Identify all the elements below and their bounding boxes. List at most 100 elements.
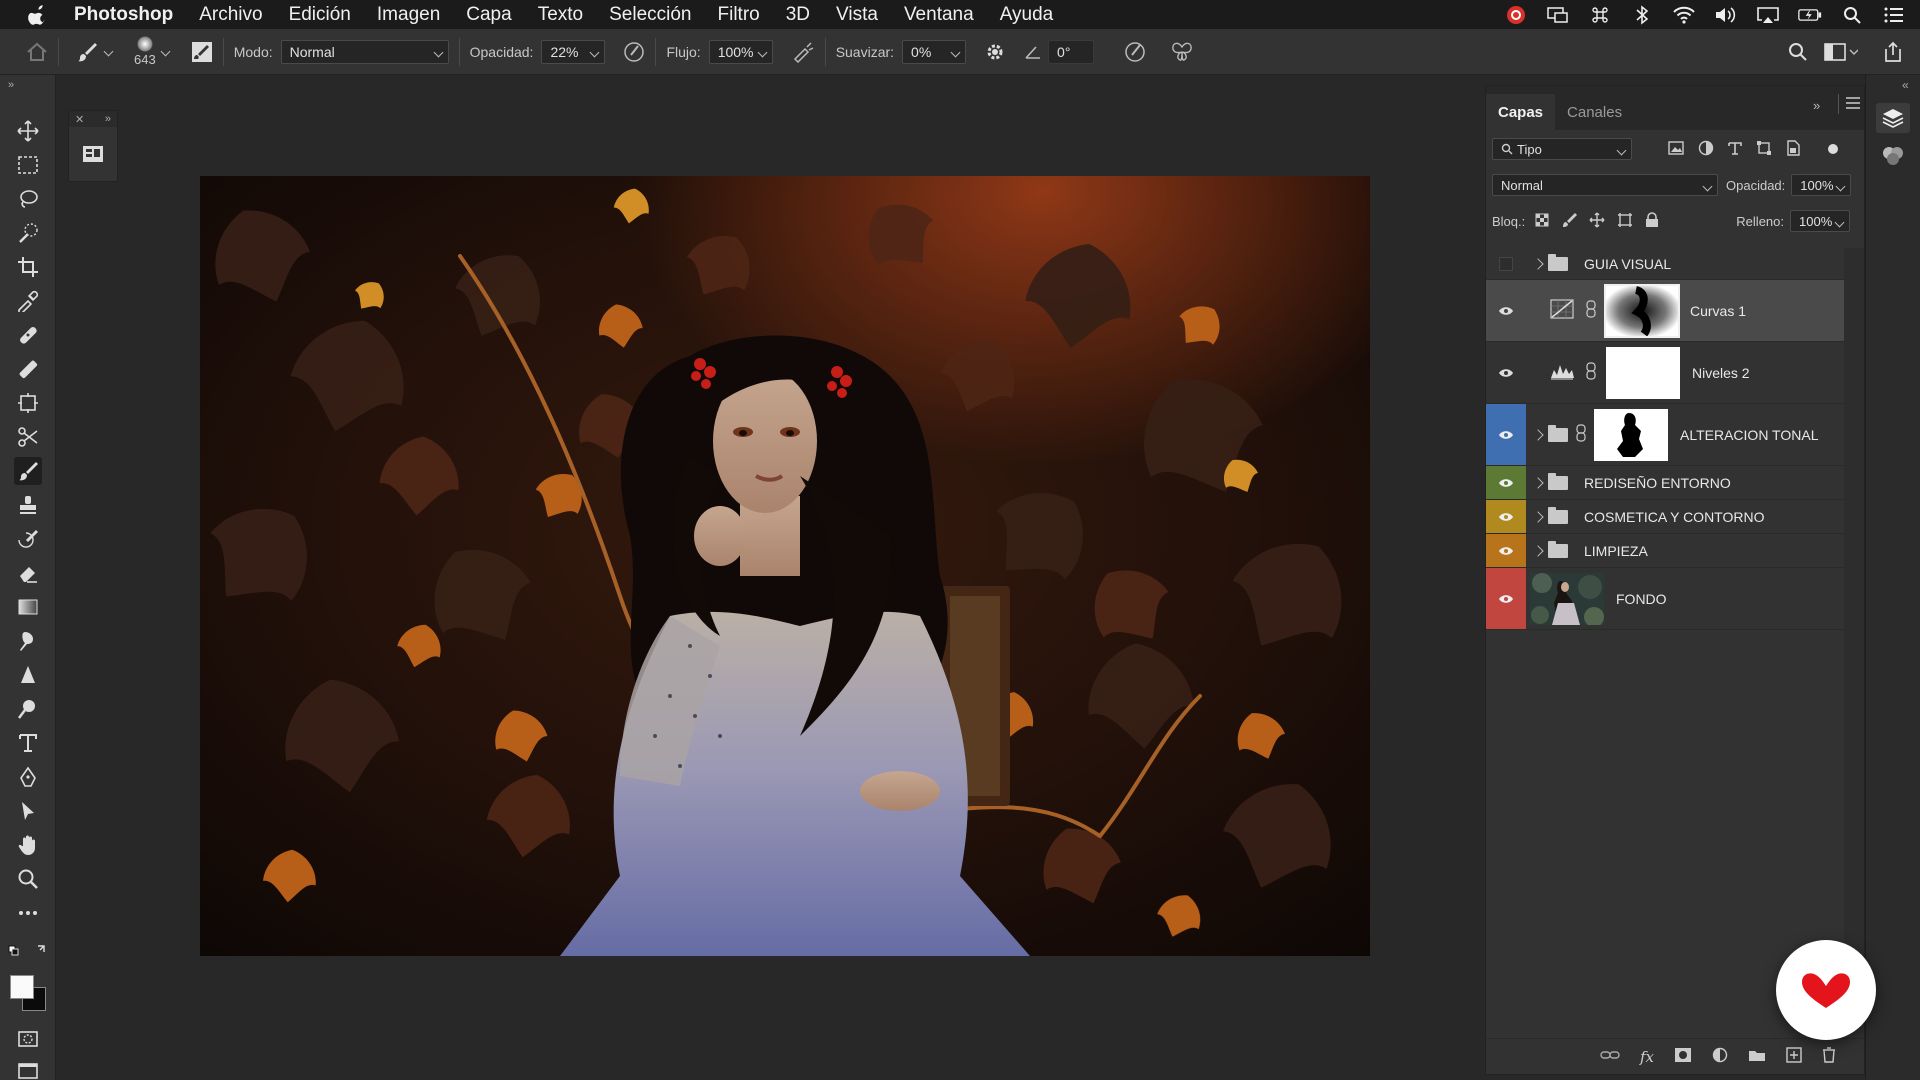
pressure-opacity-icon[interactable] [623,41,645,63]
new-group-folder-icon[interactable] [1748,1048,1766,1066]
layer-row-rediseno-entorno[interactable]: REDISEÑO ENTORNO [1486,466,1844,500]
quick-selection-tool-icon[interactable] [14,219,42,247]
visibility-toggle[interactable] [1486,342,1526,403]
visibility-toggle[interactable] [1486,466,1526,499]
layer-row-guia-visual[interactable]: GUIA VISUAL [1486,248,1844,280]
layer-row-fondo[interactable]: FONDO [1486,568,1844,630]
layer-row-curvas-1[interactable]: Curvas 1 [1486,280,1844,342]
link-icon[interactable] [1586,362,1596,383]
link-layers-icon[interactable] [1600,1048,1620,1065]
spot-healing-tool-icon[interactable] [14,321,42,349]
layers-dock-icon[interactable] [1876,103,1910,133]
crop-tool-icon[interactable] [14,253,42,281]
menu-filtro[interactable]: Filtro [718,4,760,26]
group-mask-thumbnail[interactable] [1594,408,1668,461]
hand-tool-icon[interactable] [14,831,42,859]
layer-row-alteracion-tonal[interactable]: ALTERACION TONAL [1486,404,1844,466]
expand-group-icon[interactable] [1532,428,1544,441]
pen-tool-icon[interactable] [14,763,42,791]
layer-opacity-input[interactable]: 100% [1791,174,1852,196]
control-center-icon[interactable] [1882,6,1906,24]
visibility-toggle[interactable] [1486,404,1526,465]
gear-icon[interactable] [984,41,1006,63]
menu-ventana[interactable]: Ventana [904,4,974,26]
layer-filter-select[interactable]: Tipo [1492,138,1632,160]
add-mask-icon[interactable] [1674,1047,1692,1067]
new-adjustment-layer-icon[interactable] [1712,1047,1728,1067]
content-aware-move-tool-icon[interactable] [14,389,42,417]
layers-scrollbar[interactable] [1844,248,1864,998]
pressure-size-icon[interactable] [1124,41,1148,63]
quick-mask-icon[interactable] [14,1025,42,1053]
layer-row-limpieza[interactable]: LIMPIEZA [1486,534,1844,568]
sharpen-tool-icon[interactable] [14,661,42,689]
spotlight-search-icon[interactable] [1840,6,1864,24]
properties-icon[interactable] [69,127,117,181]
screen-mirror-icon[interactable] [1546,6,1570,24]
flow-input[interactable]: 100% [708,39,773,64]
filter-pixel-icon[interactable] [1668,140,1684,158]
expand-group-icon[interactable] [1532,544,1544,557]
bluetooth-icon[interactable] [1630,4,1654,25]
expand-panel-icon[interactable]: » [105,113,111,125]
wifi-icon[interactable] [1672,6,1696,24]
menu-vista[interactable]: Vista [836,4,878,26]
eyedropper-tool-icon[interactable] [14,287,42,315]
share-icon[interactable] [1882,41,1904,63]
layer-mask-thumbnail[interactable] [1604,283,1680,338]
foreground-color-swatch[interactable] [10,975,34,999]
fill-input[interactable]: 100% [1790,210,1850,232]
visibility-toggle[interactable] [1486,280,1526,341]
history-brush-tool-icon[interactable] [14,525,42,553]
expand-group-icon[interactable] [1532,476,1544,489]
menu-seleccion[interactable]: Selección [609,4,691,26]
smudge-tool-icon[interactable] [14,627,42,655]
more-tools-icon[interactable] [14,899,42,927]
layer-style-fx-icon[interactable]: fx [1640,1048,1654,1066]
layer-image-thumbnail[interactable] [1530,572,1604,625]
volume-icon[interactable] [1714,6,1738,24]
visibility-toggle[interactable] [1486,568,1526,629]
screen-mode-icon[interactable] [14,1057,42,1080]
command-icon[interactable] [1588,6,1612,24]
mode-select[interactable]: Normal [280,39,449,64]
symmetry-butterfly-icon[interactable] [1170,41,1194,63]
menu-app-name[interactable]: Photoshop [74,4,173,26]
workspace-switcher-icon[interactable] [1824,42,1858,62]
brush-tool-icon[interactable] [14,457,42,485]
brush-size-picker[interactable]: 643 [134,36,156,67]
layer-row-niveles-2[interactable]: Niveles 2 [1486,342,1844,404]
airplay-icon[interactable] [1756,6,1780,24]
filter-smart-object-icon[interactable] [1786,139,1800,159]
collapse-panel-icon[interactable]: » [1813,98,1820,113]
close-icon[interactable]: ✕ [75,113,84,126]
collapse-toolbar-icon[interactable]: » [8,79,14,91]
lock-transparent-icon[interactable] [1535,213,1549,230]
path-selection-tool-icon[interactable] [14,797,42,825]
lock-all-icon[interactable] [1645,211,1659,231]
menu-ayuda[interactable]: Ayuda [1000,4,1054,26]
layer-mask-thumbnail[interactable] [1606,346,1680,399]
filter-shape-icon[interactable] [1756,140,1772,159]
battery-icon[interactable] [1798,6,1822,24]
lock-pixels-icon[interactable] [1561,212,1578,231]
patch-tool-icon[interactable] [14,355,42,383]
filter-adjustment-icon[interactable] [1698,140,1714,159]
menu-texto[interactable]: Texto [538,4,583,26]
expand-group-icon[interactable] [1532,510,1544,523]
brush-tool-preset-picker[interactable] [77,41,114,63]
link-icon[interactable] [1586,300,1596,321]
tab-canales[interactable]: Canales [1555,94,1634,130]
tab-capas[interactable]: Capas [1486,94,1556,130]
new-layer-icon[interactable] [1786,1046,1802,1067]
delete-layer-icon[interactable] [1822,1046,1836,1067]
layer-row-cosmetica-y-contorno[interactable]: COSMETICA Y CONTORNO [1486,500,1844,534]
home-icon[interactable] [26,42,48,62]
scissors-tool-icon[interactable] [14,423,42,451]
menu-capa[interactable]: Capa [466,4,511,26]
menu-3d[interactable]: 3D [786,4,810,26]
apple-logo-icon[interactable] [28,4,48,25]
chevron-down-icon[interactable] [160,46,171,57]
marquee-tool-icon[interactable] [14,151,42,179]
visibility-toggle[interactable] [1486,534,1526,567]
